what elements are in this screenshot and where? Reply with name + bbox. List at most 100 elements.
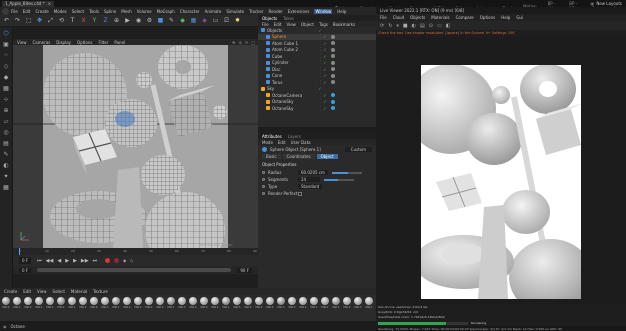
viewport-menu-item[interactable]: Panel: [114, 40, 125, 45]
visibility-toggle-icon[interactable]: ⁚: [320, 106, 321, 111]
enabled-check-icon[interactable]: ✓: [323, 93, 326, 98]
object-manager-tab[interactable]: Takes: [283, 16, 294, 21]
menu-item[interactable]: Tracker: [249, 9, 263, 14]
material-menu-item[interactable]: Create: [4, 289, 17, 294]
menu-item[interactable]: File: [11, 9, 18, 14]
material-tag-icon[interactable]: [330, 80, 335, 85]
menu-item[interactable]: Help: [337, 9, 346, 14]
attribute-subtab[interactable]: Basic: [262, 154, 281, 159]
render-perfect-checkbox[interactable]: [298, 191, 302, 196]
material-tag-icon[interactable]: [330, 54, 335, 59]
material-swatch[interactable]: Mat.4: [2, 297, 10, 309]
material-tag-icon[interactable]: [326, 87, 330, 91]
menu-item[interactable]: Modes: [54, 9, 67, 14]
material-swatch[interactable]: Mat.1: [112, 297, 120, 309]
enabled-check-icon[interactable]: ✓: [323, 73, 326, 78]
menu-item[interactable]: Tools: [89, 9, 99, 14]
viewport-menu-item[interactable]: Options: [77, 40, 92, 45]
zoom-view-icon[interactable]: ⊕: [239, 40, 242, 45]
restart-render-icon[interactable]: ↻: [388, 23, 392, 29]
visibility-toggle-icon[interactable]: ⁚: [320, 60, 321, 65]
attribute-value-field[interactable]: 24: [298, 177, 320, 182]
key-settings-icon[interactable]: ◇: [130, 258, 133, 263]
lock-icon[interactable]: ▤: [3, 140, 9, 148]
live-viewer-menu-item[interactable]: Materials: [431, 15, 449, 20]
lock-resolution-icon[interactable]: ▤: [420, 23, 425, 29]
cinema4d-logo-icon[interactable]: [2, 7, 9, 15]
keyframe-dot-icon[interactable]: [262, 178, 265, 181]
viewport-menu-item[interactable]: Cameras: [33, 40, 51, 45]
visibility-toggle-icon[interactable]: ⁚: [320, 41, 321, 46]
next-frame-icon[interactable]: ▶: [73, 258, 77, 264]
object-manager-tab[interactable]: Objects: [262, 16, 277, 21]
live-viewer-menu-item[interactable]: Objects: [410, 15, 425, 20]
move-icon[interactable]: ✥: [36, 17, 43, 24]
enabled-check-icon[interactable]: ✓: [323, 106, 326, 111]
enabled-check-icon[interactable]: ✓: [323, 34, 326, 39]
render-icon[interactable]: ◉: [135, 17, 142, 24]
menu-item[interactable]: Volume: [137, 9, 152, 14]
maximize-view-icon[interactable]: □: [251, 40, 255, 45]
pen-icon[interactable]: ✎: [168, 17, 175, 24]
visibility-toggle-icon[interactable]: ⁚: [315, 86, 316, 91]
material-swatch[interactable]: Mat.1: [310, 297, 318, 309]
rotate-icon[interactable]: ⟲: [58, 17, 65, 24]
viewport-menu-item[interactable]: Display: [56, 40, 71, 45]
send-scene-icon[interactable]: ⟳: [380, 23, 384, 29]
material-tag-icon[interactable]: [330, 60, 335, 65]
material-menu-item[interactable]: Material: [71, 289, 87, 294]
material-swatch[interactable]: Mat.1: [365, 297, 373, 309]
menu-item[interactable]: Edit: [23, 9, 31, 14]
material-swatch[interactable]: Mat.1: [222, 297, 230, 309]
camera-icon[interactable]: ⎚: [223, 17, 230, 25]
material-menu-item[interactable]: View: [37, 289, 47, 294]
pause-icon[interactable]: ⏸: [396, 23, 399, 29]
object-menu-item[interactable]: Bookmarks: [333, 22, 355, 27]
frame-start-field[interactable]: 0 F: [19, 267, 32, 273]
paint-icon[interactable]: ✎: [3, 151, 8, 159]
live-viewer-menu-item[interactable]: Help: [501, 15, 510, 20]
material-swatch[interactable]: Mat.3: [178, 297, 186, 309]
sculpt-icon[interactable]: ◐: [3, 162, 8, 170]
material-menu-item[interactable]: Select: [53, 289, 65, 294]
attribute-slider[interactable]: [331, 171, 362, 174]
keyframe-dot-icon[interactable]: [262, 185, 265, 188]
live-viewer-menu-item[interactable]: Gui: [516, 15, 523, 20]
object-row[interactable]: OctaneSky ⁚ ✓: [258, 105, 376, 112]
material-swatch[interactable]: Mat.5: [101, 297, 109, 309]
material-swatch[interactable]: Mat.4: [24, 297, 32, 309]
attribute-subtab[interactable]: Coordinates: [282, 154, 315, 159]
playhead[interactable]: [19, 248, 20, 255]
menu-item[interactable]: Character: [180, 9, 200, 14]
enabled-check-icon[interactable]: ✓: [323, 41, 326, 46]
points-mode-icon[interactable]: ⁘: [3, 52, 8, 60]
material-swatch[interactable]: Mat.2: [145, 297, 153, 309]
material-tag-icon[interactable]: [330, 41, 335, 46]
material-tag-icon[interactable]: [330, 93, 335, 98]
material-swatch[interactable]: Mat.1: [167, 297, 175, 309]
clay-mode-icon[interactable]: ◐: [412, 23, 416, 29]
live-viewer-menu-item[interactable]: Options: [480, 15, 495, 20]
next-key-icon[interactable]: ▶▶: [81, 258, 89, 264]
attribute-value-field[interactable]: 60.0205 cm: [298, 170, 328, 175]
material-swatch[interactable]: Mat.2: [57, 297, 65, 309]
attributes-menu-item[interactable]: User Data: [291, 140, 311, 145]
menu-item[interactable]: Simulate: [226, 9, 244, 14]
material-swatch[interactable]: Mat.5: [288, 297, 296, 309]
material-swatch[interactable]: Mat.4: [46, 297, 54, 309]
scale-icon[interactable]: ⤢: [47, 17, 54, 25]
material-tag-icon[interactable]: [330, 47, 335, 52]
go-end-icon[interactable]: ⏭: [93, 258, 98, 264]
enabled-check-icon[interactable]: ✓: [323, 47, 326, 52]
redo-icon[interactable]: ↷: [14, 17, 21, 24]
material-swatch[interactable]: Mat.1: [68, 297, 76, 309]
go-start-icon[interactable]: ⏮: [37, 258, 42, 264]
record-key-icon[interactable]: [105, 258, 111, 263]
attributes-menu-item[interactable]: Edit: [278, 140, 286, 145]
material-swatch[interactable]: Mat.3: [277, 297, 285, 309]
render-view-icon[interactable]: ▶: [124, 17, 131, 24]
edges-mode-icon[interactable]: ◇: [4, 63, 9, 71]
material-swatch[interactable]: Mat.6: [90, 297, 98, 309]
menu-item[interactable]: Create: [35, 9, 48, 14]
attributes-tab[interactable]: Attributes: [262, 134, 282, 139]
